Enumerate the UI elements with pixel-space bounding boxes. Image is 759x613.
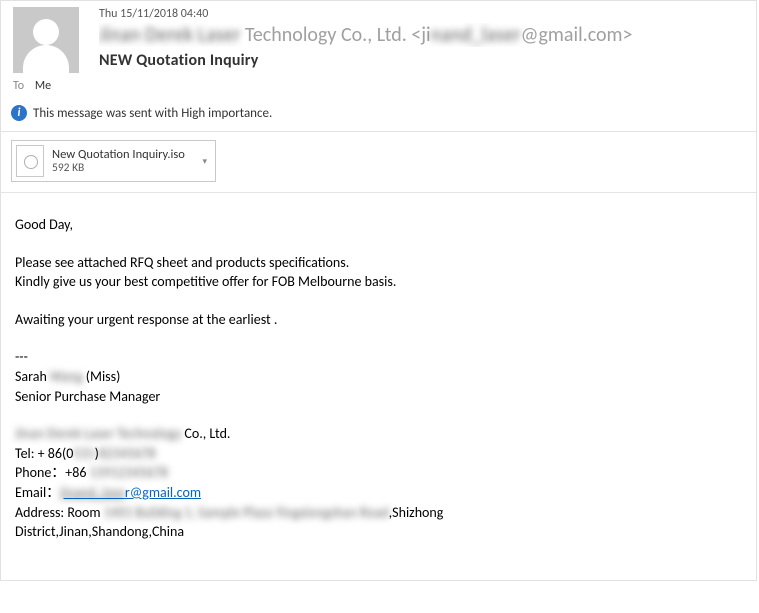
signature-email: Email：jinand_laser@gmail.com <box>15 483 742 503</box>
importance-text: This message was sent with High importan… <box>33 106 272 121</box>
sender-name-mid: Technology Co., Ltd. <ji <box>240 23 430 47</box>
attachments-area: New Quotation Inquiry.iso 592 KB ▾ <box>1 132 756 193</box>
info-icon: i <box>11 105 27 121</box>
body-line-2: Kindly give us your best competitive off… <box>15 272 742 292</box>
body-greeting: Good Day, <box>15 215 742 235</box>
email-view: Thu 15/11/2018 04:40 Jinan Derek Laser T… <box>0 0 757 581</box>
to-label: To <box>13 79 24 93</box>
to-value: Me <box>35 79 51 93</box>
body-line-3: Awaiting your urgent response at the ear… <box>15 310 742 330</box>
body-line-1: Please see attached RFQ sheet and produc… <box>15 253 742 273</box>
sender-email-suffix: @gmail.com> <box>521 23 633 47</box>
signature-name: Sarah Wang (Miss) <box>15 367 742 387</box>
email-header: Thu 15/11/2018 04:40 Jinan Derek Laser T… <box>1 1 756 101</box>
signature-phone: Phone：+86 13912345678 <box>15 463 742 483</box>
attachment-size: 592 KB <box>52 162 185 176</box>
signature-company: Jinan Derek Laser Technology Co., Ltd. <box>15 424 742 444</box>
signature-address-1: Address: Room 1401 Building 1, Sample Pl… <box>15 503 742 523</box>
sender-name-blur: Jinan Derek Laser <box>99 23 240 47</box>
disc-icon <box>16 145 44 177</box>
attachment-item[interactable]: New Quotation Inquiry.iso 592 KB ▾ <box>11 140 216 182</box>
email-subject: NEW Quotation Inquiry <box>99 51 744 70</box>
attachment-name: New Quotation Inquiry.iso <box>52 147 185 162</box>
signature-title: Senior Purchase Manager <box>15 387 742 407</box>
email-body: Good Day, Please see attached RFQ sheet … <box>1 193 756 580</box>
email-date: Thu 15/11/2018 04:40 <box>99 7 744 21</box>
chevron-down-icon[interactable]: ▾ <box>192 156 207 167</box>
signature-address-2: District,Jinan,Shandong,China <box>15 522 742 542</box>
importance-banner: i This message was sent with High import… <box>1 101 756 132</box>
signature-separator: --- <box>15 347 742 367</box>
to-row: To Me <box>13 79 744 93</box>
signature-email-link[interactable]: jinand_laser@gmail.com <box>60 484 201 501</box>
signature-tel: Tel: + 86(0531)82345678 <box>15 444 742 464</box>
sender-line: Jinan Derek Laser Technology Co., Ltd. <… <box>99 23 744 47</box>
sender-email-blur: nand_laser <box>431 23 521 47</box>
sender-avatar <box>13 7 79 73</box>
